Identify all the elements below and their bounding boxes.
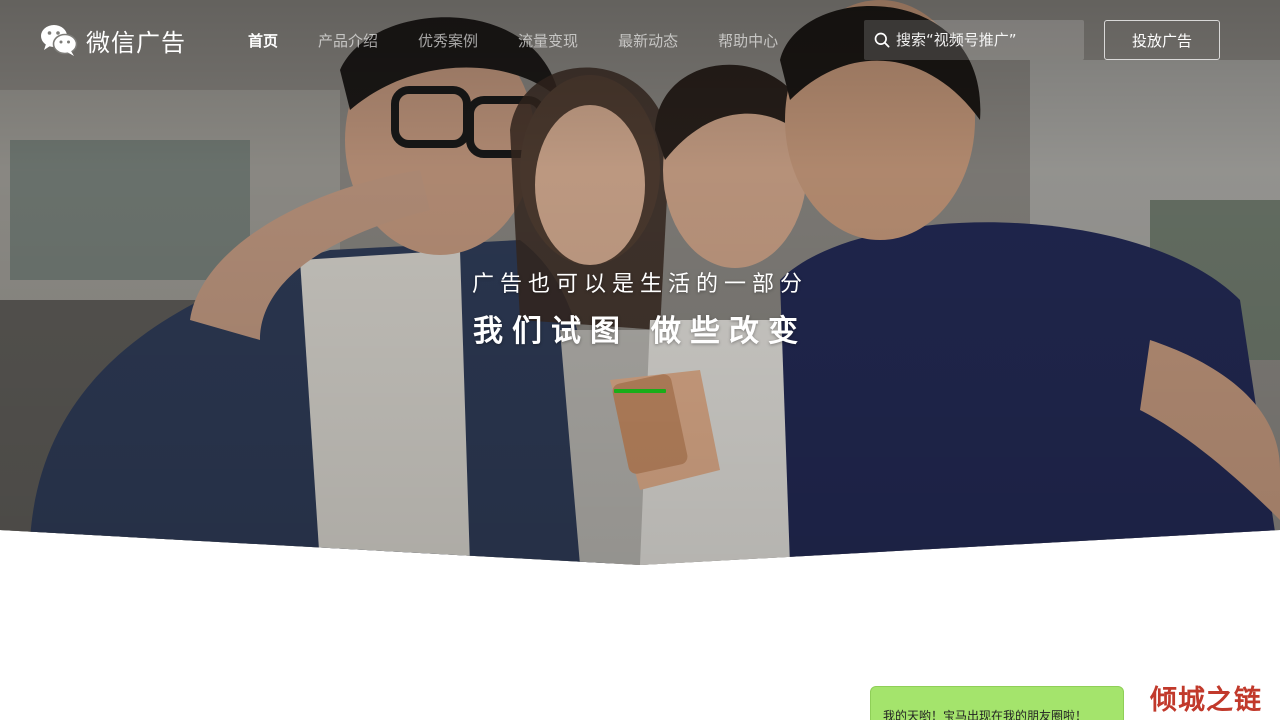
- nav-item-help[interactable]: 帮助中心: [696, 28, 796, 53]
- place-ad-button[interactable]: 投放广告: [1104, 20, 1220, 60]
- nav-item-products[interactable]: 产品介绍: [296, 28, 396, 53]
- chat-bubble: 我的天哟！宝马出现在我的朋友圈啦！: [870, 686, 1124, 720]
- hero-title: 我们试图 做些改变: [0, 306, 1280, 350]
- hero-title-part1: 我们试图: [473, 314, 629, 349]
- hero-subtitle: 广告也可以是生活的一部分: [471, 272, 808, 297]
- slide-indicator[interactable]: [614, 389, 666, 393]
- brand-logo[interactable]: 微信广告: [40, 22, 186, 58]
- wechat-icon: [41, 25, 78, 56]
- hero-title-part2: 做些改变: [651, 314, 807, 349]
- search-input[interactable]: [896, 31, 1084, 49]
- nav-item-monetization[interactable]: 流量变现: [496, 28, 596, 53]
- search-icon: [874, 32, 890, 48]
- main-menu: 首页 产品介绍 优秀案例 流量变现 最新动态 帮助中心: [230, 28, 796, 53]
- top-nav: 微信广告 首页 产品介绍 优秀案例 流量变现 最新动态 帮助中心 投放广告: [0, 0, 1280, 80]
- nav-item-cases[interactable]: 优秀案例: [396, 28, 496, 53]
- watermark: 倾城之链: [1150, 685, 1262, 716]
- nav-item-home[interactable]: 首页: [230, 28, 296, 53]
- brand-name: 微信广告: [86, 28, 186, 57]
- hero-banner: 广告也可以是生活的一部分 我们试图 做些改变: [0, 0, 1280, 565]
- search-box[interactable]: [864, 20, 1084, 60]
- nav-item-news[interactable]: 最新动态: [596, 28, 696, 53]
- page: 广告也可以是生活的一部分 我们试图做些改变 微信广告 首页 产品介绍 优秀案例: [0, 0, 1280, 720]
